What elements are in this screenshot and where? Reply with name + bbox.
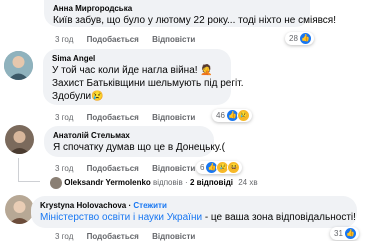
comment-author[interactable]: Анатолій Стельмах	[53, 130, 205, 141]
reaction-summary[interactable]: 31 👍	[330, 227, 359, 240]
page-mention-link[interactable]: Міністерство освіти і науки України	[40, 212, 202, 223]
comment-actions: 3 год Подобається Відповісти	[55, 113, 206, 122]
reply-avatar-icon	[50, 177, 62, 189]
comment-text: Міністерство освіти і науки України - це…	[40, 211, 356, 224]
reply-button[interactable]: Відповісти	[152, 35, 195, 44]
comment-text-rest: - це ваша зона відповідальності!	[202, 212, 356, 223]
reply-time: 24 хв	[238, 178, 258, 188]
reply-action: відповів	[153, 178, 183, 188]
reaction-count: 28	[289, 34, 298, 43]
comment-text: Київ забув, що було у лютому 22 року... …	[53, 15, 336, 26]
haha-icon: 😆	[227, 161, 241, 174]
comment-actions: 3 год Подобається Відповісти	[55, 164, 206, 173]
comment-author-row: Krystyna Holovachova · Стежити	[40, 200, 348, 211]
reaction-summary[interactable]: 28 👍	[285, 32, 314, 45]
reply-count: 2 відповіді	[189, 178, 233, 188]
comment-author[interactable]: Sima Angel	[52, 53, 222, 64]
like-icon: 👍	[298, 32, 312, 45]
follow-button[interactable]: Стежити	[133, 201, 166, 210]
thread-line	[18, 181, 40, 182]
like-icon: 👍	[343, 227, 357, 240]
thread-line	[18, 158, 19, 182]
comment-bubble: Анна Миргородська Київ забув, що було у …	[44, 0, 336, 27]
view-replies-link[interactable]: Oleksandr Yermolenko відповів · 2 відпов…	[50, 177, 258, 189]
sad-icon: 😢	[236, 109, 250, 122]
like-button[interactable]: Подобається	[87, 113, 139, 122]
comment-bubble: Анатолій Стельмах Я спочатку думав що це…	[44, 126, 225, 157]
comment-actions: 3 год Подобається Відповісти	[55, 35, 206, 44]
reply-button[interactable]: Відповісти	[152, 164, 195, 173]
avatar[interactable]	[4, 51, 33, 80]
like-button[interactable]: Подобається	[87, 35, 139, 44]
comment-time[interactable]: 3 год	[55, 164, 73, 173]
comment-bubble: Sima Angel У той час коли йде нагла війн…	[43, 49, 244, 105]
avatar[interactable]	[5, 195, 34, 224]
comment-bubble: Krystyna Holovachova · Стежити Міністерс…	[31, 196, 357, 228]
reply-author: Oleksandr Yermolenko	[64, 178, 151, 188]
reaction-count: 31	[334, 229, 343, 238]
comment-author[interactable]: Krystyna Holovachova	[40, 201, 126, 210]
comment-time[interactable]: 3 год	[55, 35, 73, 44]
comment-line: Захист Батьківщини шельмують під регіт.	[52, 78, 244, 89]
avatar-image	[5, 125, 34, 154]
comment-time[interactable]: 3 год	[55, 113, 73, 122]
comment-line: У той час коли йде нагла війна! 🤦	[52, 65, 213, 76]
comment-author[interactable]: Анна Миргородська	[53, 3, 301, 14]
reaction-count: 46	[216, 111, 225, 120]
avatar[interactable]	[5, 125, 34, 154]
avatar-image	[4, 51, 33, 80]
comment-line: Здобули😢	[52, 91, 104, 102]
reaction-summary[interactable]: 46 👍 😢	[212, 109, 252, 122]
comment-text: Я спочатку думав що це в Донецьку.(	[53, 142, 225, 153]
reply-button[interactable]: Відповісти	[152, 113, 195, 122]
reply-separator: ·	[185, 178, 188, 188]
avatar-image	[5, 195, 34, 224]
like-button[interactable]: Подобається	[87, 164, 139, 173]
